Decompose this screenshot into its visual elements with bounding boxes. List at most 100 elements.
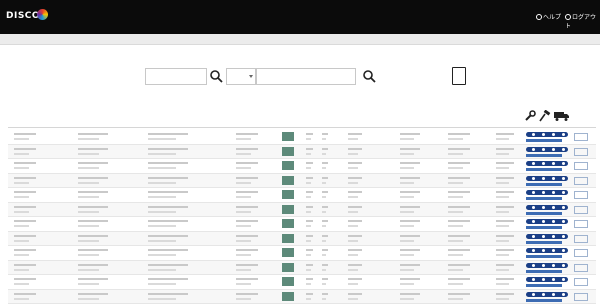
table-row[interactable] [8, 246, 596, 261]
part-thumbnail[interactable] [282, 147, 294, 156]
part-thumbnail[interactable] [282, 219, 294, 228]
progress-step-dot [552, 235, 555, 238]
table-cell [14, 191, 36, 193]
table-cell [322, 235, 328, 237]
table-cell [236, 162, 258, 164]
code-search-button[interactable] [362, 68, 376, 84]
table-cell [496, 298, 509, 300]
table-cell [348, 133, 362, 135]
help-link[interactable]: ヘルプ [536, 12, 561, 21]
detail-button[interactable] [574, 220, 588, 228]
part-thumbnail[interactable] [282, 234, 294, 243]
tracking-number-link[interactable] [526, 255, 562, 258]
detail-button[interactable] [574, 264, 588, 272]
status-progress-pill [526, 277, 568, 282]
detail-button[interactable] [574, 191, 588, 199]
detail-button[interactable] [574, 235, 588, 243]
part-thumbnail[interactable] [282, 248, 294, 257]
table-cell [148, 254, 176, 256]
table-cell [322, 254, 326, 256]
table-row[interactable] [8, 232, 596, 247]
tracking-number-link[interactable] [526, 197, 562, 200]
status-progress-pill [526, 176, 568, 181]
table-cell [306, 177, 313, 179]
table-cell [236, 153, 251, 155]
table-row[interactable] [8, 203, 596, 218]
keyword-search-input[interactable] [145, 68, 207, 85]
detail-button[interactable] [574, 162, 588, 170]
table-cell [78, 196, 99, 198]
table-row[interactable] [8, 275, 596, 290]
table-row[interactable] [8, 130, 596, 145]
detail-button[interactable] [574, 293, 588, 301]
table-row[interactable] [8, 174, 596, 189]
top-header: DISCO ヘルプ ログアウト [0, 0, 600, 34]
part-thumbnail[interactable] [282, 176, 294, 185]
logout-link[interactable]: ログアウト [565, 12, 600, 30]
table-row[interactable] [8, 159, 596, 174]
detail-button[interactable] [574, 177, 588, 185]
status-progress-pill [526, 190, 568, 195]
table-cell [496, 196, 509, 198]
table-cell [400, 225, 414, 227]
part-thumbnail[interactable] [282, 277, 294, 286]
table-cell [448, 298, 463, 300]
code-search-input[interactable] [256, 68, 356, 85]
part-thumbnail[interactable] [282, 205, 294, 214]
help-label: ヘルプ [543, 14, 561, 21]
search-category-select[interactable] [226, 68, 256, 85]
tracking-number-link[interactable] [526, 183, 562, 186]
table-cell [306, 225, 311, 227]
table-cell [322, 191, 328, 193]
truck-icon [554, 110, 570, 122]
table-cell [306, 211, 311, 213]
table-cell [78, 153, 99, 155]
table-cell [306, 148, 313, 150]
tracking-number-link[interactable] [526, 284, 562, 287]
tracking-number-link[interactable] [526, 212, 562, 215]
part-thumbnail[interactable] [282, 132, 294, 141]
table-cell [348, 206, 362, 208]
table-cell [148, 196, 176, 198]
table-row[interactable] [8, 217, 596, 232]
table-cell [148, 269, 176, 271]
part-thumbnail[interactable] [282, 292, 294, 301]
tracking-number-link[interactable] [526, 299, 562, 302]
table-cell [348, 298, 358, 300]
tracking-number-link[interactable] [526, 226, 562, 229]
detail-button[interactable] [574, 133, 588, 141]
table-row[interactable] [8, 290, 596, 304]
tracking-number-link[interactable] [526, 139, 562, 142]
table-cell [448, 269, 463, 271]
table-cell [236, 278, 258, 280]
tracking-number-link[interactable] [526, 241, 562, 244]
table-row[interactable] [8, 145, 596, 160]
brand-logo[interactable]: DISCO [6, 11, 40, 21]
table-cell [306, 249, 313, 251]
part-thumbnail[interactable] [282, 161, 294, 170]
detail-button[interactable] [574, 278, 588, 286]
table-cell [348, 269, 358, 271]
table-cell [348, 148, 362, 150]
table-row[interactable] [8, 261, 596, 276]
detail-button[interactable] [574, 148, 588, 156]
wrench-icon [524, 110, 536, 122]
table-cell [348, 283, 358, 285]
table-cell [496, 225, 509, 227]
keyword-search-button[interactable] [209, 68, 223, 84]
part-thumbnail[interactable] [282, 263, 294, 272]
detail-button[interactable] [574, 249, 588, 257]
table-cell [348, 220, 362, 222]
progress-step-dot [562, 264, 565, 267]
tracking-number-link[interactable] [526, 168, 562, 171]
part-thumbnail[interactable] [282, 190, 294, 199]
tracking-number-link[interactable] [526, 154, 562, 157]
tracking-number-link[interactable] [526, 270, 562, 273]
detail-button[interactable] [574, 206, 588, 214]
table-cell [448, 240, 463, 242]
table-cell [14, 249, 36, 251]
csv-download-button[interactable] [452, 67, 466, 85]
table-cell [448, 153, 463, 155]
table-row[interactable] [8, 188, 596, 203]
table-cell [236, 182, 251, 184]
